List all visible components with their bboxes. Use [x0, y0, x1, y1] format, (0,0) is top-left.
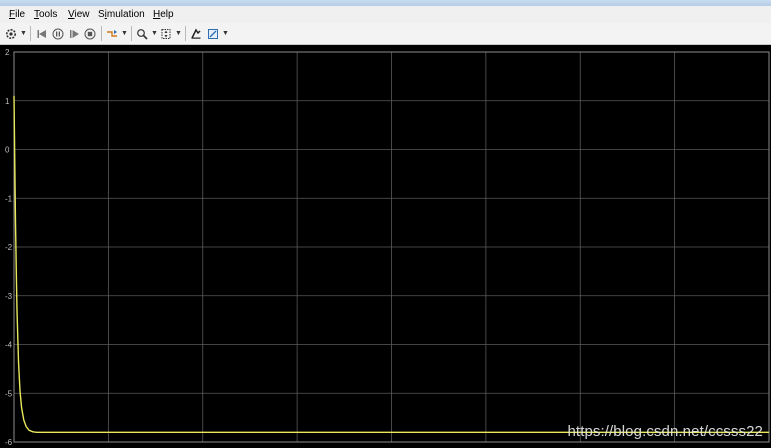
- step-back-icon[interactable]: [35, 26, 49, 41]
- scope-plot-area[interactable]: 2 1 0 -1 -2 -3 -4 -5 -6 https://blog.csdn.net/cc…: [0, 45, 771, 448]
- toolbar-separator: [101, 26, 102, 41]
- settings-dropdown-arrow[interactable]: ▼: [20, 26, 27, 41]
- menu-view[interactable]: View: [67, 9, 91, 21]
- highlight-dropdown-arrow[interactable]: ▼: [121, 26, 128, 41]
- toolbar-separator: [131, 26, 132, 41]
- y-tick-label: 2: [5, 48, 10, 57]
- y-tick-label: -3: [5, 292, 13, 301]
- y-tick-label: 0: [5, 146, 10, 155]
- settings-gear-icon[interactable]: [4, 26, 18, 41]
- toolbar-separator: [185, 26, 186, 41]
- highlight-icon[interactable]: [105, 26, 119, 41]
- menu-help[interactable]: Help: [152, 9, 175, 21]
- zoom-icon[interactable]: [135, 26, 149, 41]
- y-tick-label: -6: [5, 438, 13, 447]
- y-tick-label: -5: [5, 389, 13, 398]
- stop-icon[interactable]: [83, 26, 97, 41]
- menu-simulation[interactable]: Simulation: [97, 9, 146, 21]
- toolbar-separator: [30, 26, 31, 41]
- menu-tools[interactable]: Tools: [33, 9, 58, 21]
- y-tick-label: -4: [5, 341, 13, 350]
- autoscale-dropdown-arrow[interactable]: ▼: [175, 26, 182, 41]
- watermark-text: https://blog.csdn.net/ccsss22: [567, 423, 763, 440]
- pause-icon[interactable]: [51, 26, 65, 41]
- menu-bar: File Tools View Simulation Help: [0, 6, 771, 23]
- measure-dropdown-arrow[interactable]: ▼: [222, 26, 229, 41]
- measure-icon[interactable]: [206, 26, 220, 41]
- zoom-dropdown-arrow[interactable]: ▼: [151, 26, 158, 41]
- autoscale-icon[interactable]: [159, 26, 173, 41]
- y-tick-label: 1: [5, 97, 10, 106]
- style-icon[interactable]: [189, 26, 203, 41]
- step-forward-icon[interactable]: [67, 26, 81, 41]
- menu-file[interactable]: File: [8, 9, 26, 21]
- y-tick-label: -2: [5, 243, 13, 252]
- y-tick-label: -1: [5, 194, 13, 203]
- toolbar: ▼ ▼ ▼ ▼ ▼: [0, 23, 771, 45]
- scope-axes: 2 1 0 -1 -2 -3 -4 -5 -6: [5, 48, 770, 447]
